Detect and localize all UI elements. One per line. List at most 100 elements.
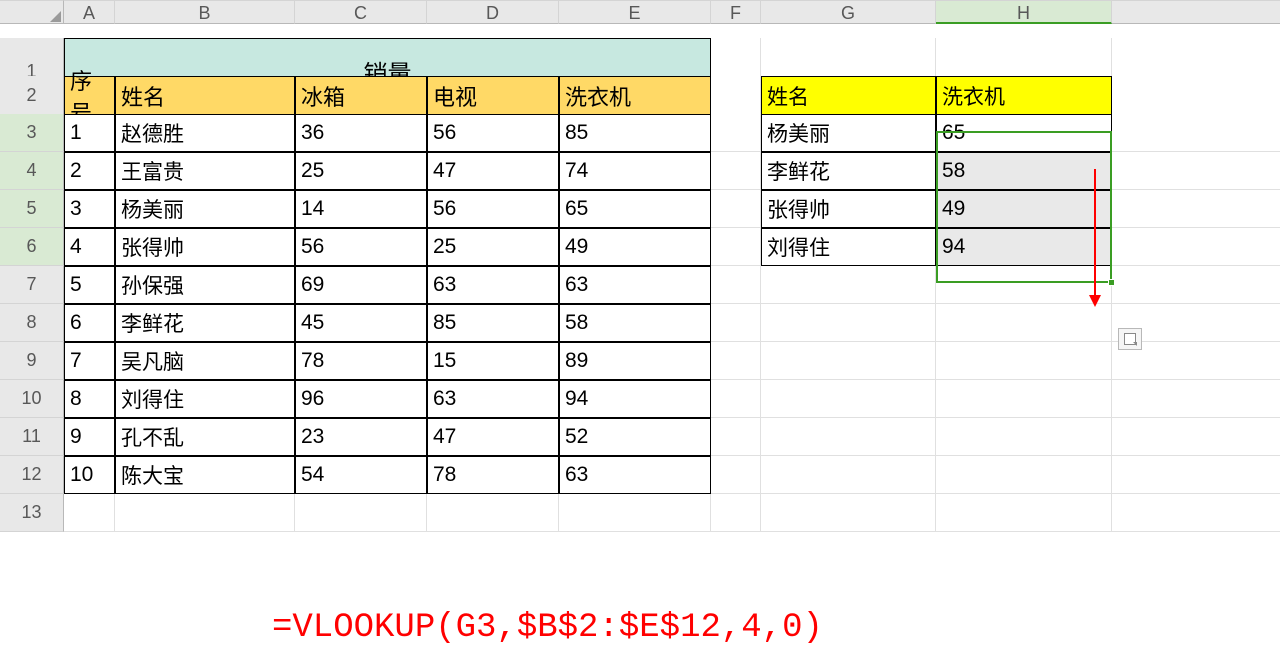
col-head-E[interactable]: E (559, 0, 711, 24)
cell-D5[interactable]: 56 (427, 190, 559, 228)
cell-C9[interactable]: 78 (295, 342, 427, 380)
cell-F2[interactable] (711, 76, 761, 116)
cell-E13[interactable] (559, 494, 711, 532)
cell-H6[interactable]: 94 (936, 228, 1112, 266)
cell-B10[interactable]: 刘得住 (115, 380, 295, 418)
row-head-3[interactable]: 3 (0, 114, 64, 152)
cell-F12[interactable] (711, 456, 761, 494)
row-head-8[interactable]: 8 (0, 304, 64, 342)
cell-G4[interactable]: 李鲜花 (761, 152, 936, 190)
cell-B3[interactable]: 赵德胜 (115, 114, 295, 152)
cell-B5[interactable]: 杨美丽 (115, 190, 295, 228)
cell-D12[interactable]: 78 (427, 456, 559, 494)
cell-B12[interactable]: 陈大宝 (115, 456, 295, 494)
cell-G13[interactable] (761, 494, 936, 532)
cell-F8[interactable] (711, 304, 761, 342)
cell-F9[interactable] (711, 342, 761, 380)
cell-A4[interactable]: 2 (64, 152, 115, 190)
cell-A6[interactable]: 4 (64, 228, 115, 266)
cell-E10[interactable]: 94 (559, 380, 711, 418)
select-all-corner[interactable] (0, 0, 64, 24)
cell-B4[interactable]: 王富贵 (115, 152, 295, 190)
cell-G9[interactable] (761, 342, 936, 380)
row-head-13[interactable]: 13 (0, 494, 64, 532)
cell-C10[interactable]: 96 (295, 380, 427, 418)
cell-E3[interactable]: 85 (559, 114, 711, 152)
cell-E9[interactable]: 89 (559, 342, 711, 380)
cell-F5[interactable] (711, 190, 761, 228)
cell-B9[interactable]: 吴凡脑 (115, 342, 295, 380)
cell-A10[interactable]: 8 (64, 380, 115, 418)
row-head-6[interactable]: 6 (0, 228, 64, 266)
cell-E8[interactable]: 58 (559, 304, 711, 342)
cell-F13[interactable] (711, 494, 761, 532)
cell-C11[interactable]: 23 (295, 418, 427, 456)
main-header-seq[interactable]: 序号 (64, 76, 115, 116)
main-header-name[interactable]: 姓名 (115, 76, 295, 116)
cell-G10[interactable] (761, 380, 936, 418)
cell-A8[interactable]: 6 (64, 304, 115, 342)
cell-H11[interactable] (936, 418, 1112, 456)
cell-C12[interactable]: 54 (295, 456, 427, 494)
cell-B13[interactable] (115, 494, 295, 532)
cell-E4[interactable]: 74 (559, 152, 711, 190)
col-head-F[interactable]: F (711, 0, 761, 24)
cell-H12[interactable] (936, 456, 1112, 494)
cell-G11[interactable] (761, 418, 936, 456)
spreadsheet-grid[interactable]: A B C D E F G H 1 销量 2 序号 姓名 冰箱 电视 洗衣机 姓… (0, 0, 1280, 532)
row-head-10[interactable]: 10 (0, 380, 64, 418)
cell-D6[interactable]: 25 (427, 228, 559, 266)
row-head-4[interactable]: 4 (0, 152, 64, 190)
cell-A3[interactable]: 1 (64, 114, 115, 152)
cell-F11[interactable] (711, 418, 761, 456)
side-header-name[interactable]: 姓名 (761, 76, 936, 116)
cell-H7[interactable] (936, 266, 1112, 304)
cell-C5[interactable]: 14 (295, 190, 427, 228)
cell-F10[interactable] (711, 380, 761, 418)
col-head-D[interactable]: D (427, 0, 559, 24)
cell-A12[interactable]: 10 (64, 456, 115, 494)
cell-A9[interactable]: 7 (64, 342, 115, 380)
cell-G3[interactable]: 杨美丽 (761, 114, 936, 152)
main-header-fridge[interactable]: 冰箱 (295, 76, 427, 116)
cell-C4[interactable]: 25 (295, 152, 427, 190)
cell-B6[interactable]: 张得帅 (115, 228, 295, 266)
fill-handle[interactable] (1108, 279, 1115, 286)
cell-H5[interactable]: 49 (936, 190, 1112, 228)
cell-C8[interactable]: 45 (295, 304, 427, 342)
row-head-9[interactable]: 9 (0, 342, 64, 380)
cell-C3[interactable]: 36 (295, 114, 427, 152)
cell-H4[interactable]: 58 (936, 152, 1112, 190)
col-head-B[interactable]: B (115, 0, 295, 24)
col-head-G[interactable]: G (761, 0, 936, 24)
cell-F6[interactable] (711, 228, 761, 266)
cell-E11[interactable]: 52 (559, 418, 711, 456)
cell-H8[interactable] (936, 304, 1112, 342)
cell-A5[interactable]: 3 (64, 190, 115, 228)
cell-D13[interactable] (427, 494, 559, 532)
cell-H13[interactable] (936, 494, 1112, 532)
cell-E5[interactable]: 65 (559, 190, 711, 228)
row-head-2[interactable]: 2 (0, 76, 64, 116)
row-head-11[interactable]: 11 (0, 418, 64, 456)
row-head-12[interactable]: 12 (0, 456, 64, 494)
cell-D9[interactable]: 15 (427, 342, 559, 380)
main-header-washer[interactable]: 洗衣机 (559, 76, 711, 116)
main-header-tv[interactable]: 电视 (427, 76, 559, 116)
cell-C7[interactable]: 69 (295, 266, 427, 304)
cell-D11[interactable]: 47 (427, 418, 559, 456)
cell-E12[interactable]: 63 (559, 456, 711, 494)
cell-B7[interactable]: 孙保强 (115, 266, 295, 304)
cell-D10[interactable]: 63 (427, 380, 559, 418)
cell-A13[interactable] (64, 494, 115, 532)
cell-D3[interactable]: 56 (427, 114, 559, 152)
cell-E6[interactable]: 49 (559, 228, 711, 266)
cell-G8[interactable] (761, 304, 936, 342)
cell-D8[interactable]: 85 (427, 304, 559, 342)
cell-H9[interactable] (936, 342, 1112, 380)
col-head-H[interactable]: H (936, 0, 1112, 24)
cell-B8[interactable]: 李鲜花 (115, 304, 295, 342)
cell-H10[interactable] (936, 380, 1112, 418)
cell-H3[interactable]: 65 (936, 114, 1112, 152)
cell-G7[interactable] (761, 266, 936, 304)
